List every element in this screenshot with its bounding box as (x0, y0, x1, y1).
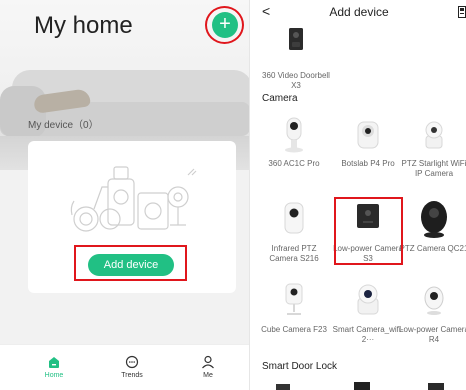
camera-image (414, 278, 454, 322)
camera-image (414, 112, 454, 156)
camera-image (274, 278, 314, 322)
product-botslab-p4-pro[interactable]: Botslab P4 Pro (332, 112, 404, 169)
door-lock-image (428, 383, 444, 390)
product-smart-camera-wifi2[interactable]: Smart Camera_wifi-2··· (332, 278, 404, 345)
tab-trends[interactable]: Trends (102, 355, 162, 379)
tab-home-label: Home (44, 372, 64, 379)
camera-image (348, 112, 388, 156)
product-name: Low-power Camera R4 (399, 325, 466, 344)
camera-image (414, 197, 454, 241)
door-lock-image (276, 384, 290, 390)
trends-icon (125, 355, 139, 369)
door-lock-image (354, 382, 370, 390)
empty-devices-illustration-icon (70, 166, 197, 232)
add-device-button[interactable]: Add device (88, 254, 174, 276)
product-infrared-ptz-s216[interactable]: Infrared PTZ Camera S216 (258, 197, 330, 264)
product-name: Botslab P4 Pro (341, 159, 395, 168)
product-name: 360 AC1C Pro (268, 159, 320, 168)
camera-image (274, 197, 314, 241)
doorbell-image (276, 24, 316, 68)
add-device-screen: Add device < 360 Video Doorbell X3 Camer… (252, 0, 466, 390)
highlight-box (334, 197, 403, 265)
my-home-screen: My home + My device（0） Add device Home T… (0, 0, 250, 390)
product-name: PTZ Starlight WiFi IP Camera (401, 159, 466, 178)
back-button[interactable]: < (262, 3, 270, 19)
camera-image (274, 112, 314, 156)
product-doorbell-x3[interactable]: 360 Video Doorbell X3 (260, 24, 332, 91)
add-device-plus-button[interactable]: + (212, 12, 238, 38)
product-cube-f23[interactable]: Cube Camera F23 (258, 278, 330, 335)
person-icon (202, 355, 214, 369)
product-name: PTZ Camera QC21 (399, 244, 466, 253)
section-smart-door-lock: Smart Door Lock (262, 361, 338, 372)
page-title: My home (34, 12, 133, 39)
device-count-label: My device（0） (28, 120, 99, 131)
product-ptz-qc21[interactable]: PTZ Camera QC21 (398, 197, 466, 254)
section-camera: Camera (262, 93, 298, 104)
tab-home[interactable]: Home (24, 355, 84, 379)
product-name: Infrared PTZ Camera S216 (269, 244, 319, 263)
product-name: Smart Camera_wifi-2··· (332, 325, 404, 344)
product-name: Cube Camera F23 (261, 325, 327, 334)
product-low-power-r4[interactable]: Low-power Camera R4 (398, 278, 466, 345)
product-ptz-starlight-wifi[interactable]: PTZ Starlight WiFi IP Camera (398, 112, 466, 179)
camera-image (348, 278, 388, 322)
bottom-tab-bar: Home Trends Me (0, 344, 249, 390)
home-icon (49, 357, 59, 368)
page-title: Add device (329, 5, 389, 19)
product-360-ac1c-pro[interactable]: 360 AC1C Pro (258, 112, 330, 169)
product-name: 360 Video Doorbell X3 (262, 71, 330, 90)
tab-me[interactable]: Me (178, 355, 238, 379)
tab-trends-label: Trends (121, 372, 143, 379)
scan-icon[interactable] (458, 6, 466, 18)
tab-me-label: Me (203, 372, 213, 379)
